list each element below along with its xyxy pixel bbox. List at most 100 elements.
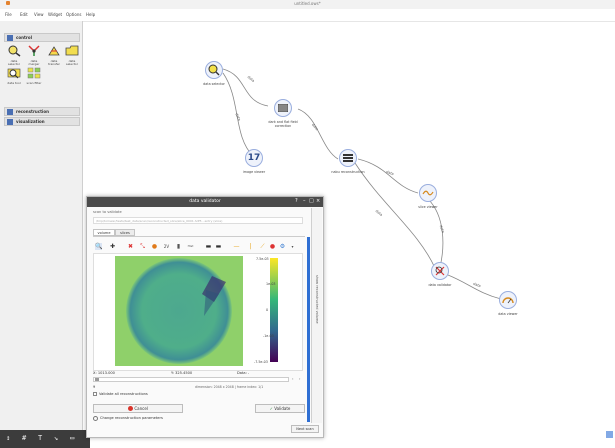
node-slice-viewer[interactable]: slice viewer [407,184,449,209]
node-label: dark and flat field correction [268,120,298,128]
more-icon[interactable]: ▾ [289,243,296,250]
node-icon-circle [419,184,437,202]
node-label: nabu reconstruction [331,170,365,174]
node-label: data viewer [498,312,518,316]
line-profile-icon[interactable]: ⟋ [259,243,266,250]
profile-options-icon[interactable]: ⚙ [279,243,286,250]
scroll-indicator [307,237,310,422]
cancel-button[interactable]: Cancel [93,404,183,413]
keep-aspect-icon[interactable]: ⤡ [139,243,146,250]
help-icon[interactable]: ? [295,198,298,204]
maximize-icon[interactable]: □ [309,198,314,204]
scan-path-field[interactable]: /tmp/tomwer/tests/test_data/scan/reconst… [93,217,303,224]
category-icon [7,119,13,125]
save-icon[interactable]: ▬ [205,243,212,250]
widget-toolbox: control data selector data merger data t… [0,21,83,441]
validate-button[interactable]: ✓ Validate [255,404,305,413]
node-icon-circle [431,262,449,280]
tool-data-tool[interactable]: data tool [5,67,23,85]
side-panel-label: show reconstructed volume [315,275,319,324]
axes-icon[interactable]: 2V [163,243,170,250]
tool-data-transfer[interactable]: data transfer [45,45,63,67]
menu-file[interactable]: File [5,12,12,17]
colorbar [270,258,278,362]
tool-data-selector[interactable]: data selector [5,45,23,67]
category-icon [7,35,13,41]
category-icon [7,109,13,115]
node-data-viewer[interactable]: data viewer [487,291,529,316]
slice-slider[interactable] [93,377,289,382]
menu-options[interactable]: Options [66,12,81,17]
zoom-mode-icon[interactable]: 🔍 [95,243,102,250]
category-visualization[interactable]: visualization [4,117,80,126]
screen-icon[interactable]: ▭ [70,434,74,442]
node-dark-flat-field[interactable]: dark and flat field correction [262,99,304,128]
tab-divider [93,236,305,237]
slider-previous-icon[interactable]: ‹ [292,377,293,381]
node-data-validator[interactable]: data validator [419,262,461,287]
folder-icon [65,45,79,56]
close-icon[interactable]: × [316,198,320,204]
scan-field-label: scan to validate [93,210,122,214]
node-icon-circle: 17 [245,149,263,167]
profile-icon[interactable]: Hist [187,243,194,250]
search-folder-icon [7,68,21,79]
pan-mode-icon[interactable]: ✚ [109,243,116,250]
tool-scan-filter[interactable]: scan filter [25,67,43,85]
slider-next-icon[interactable]: › [299,377,300,381]
node-nabu-reconstruction[interactable]: nabu reconstruction [327,149,369,174]
merge-icon [28,45,40,56]
text-icon[interactable]: T [38,434,42,442]
minimize-icon[interactable]: – [303,198,306,204]
zoom-icon[interactable]: ↕ [6,434,10,442]
print-icon[interactable]: ▬ [215,243,222,250]
dialog-title: data validator [189,199,221,204]
magnifier-icon [8,45,21,57]
reset-zoom-icon[interactable]: ✖ [127,243,134,250]
validate-all-checkbox[interactable] [93,392,97,396]
slider-handle[interactable] [95,378,99,381]
node-image-viewer[interactable]: 17 image viewer [233,149,275,174]
x-coordinate: X: 1013.000 [93,371,115,375]
menu-edit[interactable]: Edit [20,12,28,17]
menu-widget[interactable]: Widget [48,12,62,17]
next-scan-button[interactable]: Next scan [291,425,319,433]
menu-help[interactable]: Help [86,12,95,17]
node-icon-circle [205,61,223,79]
image-plot[interactable]: 7.5e-03 1e-03 0 -1e-03 -7.5e-03 [93,253,303,371]
node-icon-circle [274,99,292,117]
tab-slices[interactable]: slices [115,229,135,236]
vline-icon[interactable]: | [247,243,254,250]
category-reconstruction[interactable]: reconstruction [4,107,80,116]
node-label: data validator [428,283,452,287]
category-control[interactable]: control [4,33,80,42]
hline-icon[interactable]: — [233,243,240,250]
slider-value: 9 [93,385,96,389]
stack-icon [343,154,353,162]
dialog-title-bar: data validator ? – □ × [87,197,323,207]
colorbar-tick: 1e-03 [266,282,276,286]
cancel-icon [128,406,134,411]
tool-data-folder[interactable]: data selector [63,45,81,67]
menu-view[interactable]: View [34,12,44,17]
y-coordinate: Y: 325.4500 [171,371,193,375]
node-data-selector[interactable]: data selector [193,61,235,86]
colorbar-tick: -7.5e-03 [254,360,268,364]
number-badge-icon: 17 [247,153,261,163]
change-params-link[interactable]: Change reconstruction parameters [100,416,163,420]
data-value: Data: - [237,371,250,375]
arrow-icon[interactable]: ↘ [54,434,58,442]
clear-profile-icon[interactable]: ● [269,243,276,250]
grid-icon[interactable]: # [22,434,26,442]
tab-volume[interactable]: volume [93,229,115,236]
settings-icon[interactable] [93,416,98,421]
transfer-icon [48,46,60,56]
tool-data-merger[interactable]: data merger [25,45,43,67]
check-cross-icon [435,266,445,276]
validate-all-label: Validate all reconstructions [99,392,148,396]
side-panel: show reconstructed volume [311,208,322,423]
grid-icon [278,104,288,112]
mask-icon[interactable]: ▮ [175,243,182,250]
magnifier-icon [208,64,220,76]
colormap-icon[interactable]: ● [151,243,158,250]
